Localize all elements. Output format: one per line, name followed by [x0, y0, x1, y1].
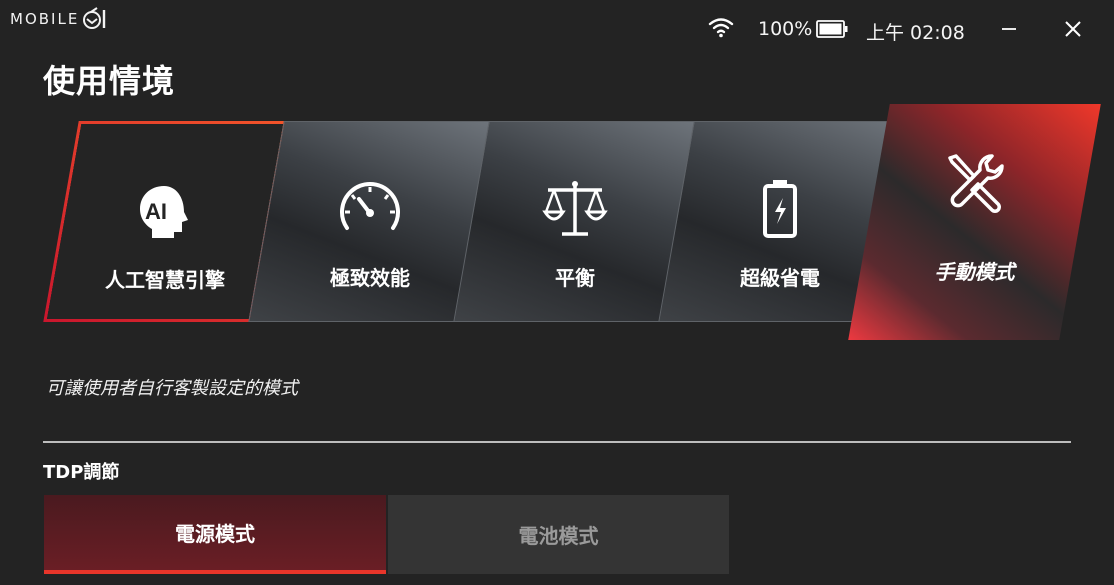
tdp-option-battery[interactable]: 電池模式 — [388, 495, 729, 574]
svg-text:AI: AI — [145, 199, 167, 224]
mode-label: 平衡 — [555, 266, 595, 290]
mode-label: 人工智慧引擎 — [105, 268, 225, 292]
tdp-section-title: TDP調節 — [43, 462, 120, 483]
mode-label: 手動模式 — [934, 260, 1015, 284]
app-window: MOBILE 100% 上午 02:08 使用情境 AI 人工智慧引擎 極致效能… — [0, 0, 1114, 585]
divider — [43, 441, 1071, 443]
mode-card-ai[interactable]: AI 人工智慧引擎 — [43, 121, 287, 322]
tools-icon — [947, 154, 1004, 213]
battery-charging-icon — [763, 180, 797, 238]
mode-card-manual[interactable]: 手動模式 — [848, 104, 1101, 340]
mode-label: 極致效能 — [330, 266, 410, 290]
mode-card-performance[interactable]: 極致效能 — [248, 121, 492, 322]
mode-description: 可讓使用者自行客製設定的模式 — [46, 378, 298, 399]
balance-scale-icon — [542, 181, 608, 236]
mode-label: 超級省電 — [740, 266, 820, 290]
speedometer-icon — [340, 182, 400, 230]
tdp-option-power[interactable]: 電源模式 — [44, 495, 386, 574]
ai-head-icon: AI — [140, 186, 188, 238]
mode-selector: AI 人工智慧引擎 極致效能 平衡 超級省電 手動模式 — [0, 0, 1114, 360]
mode-card-balanced[interactable]: 平衡 — [453, 121, 697, 322]
